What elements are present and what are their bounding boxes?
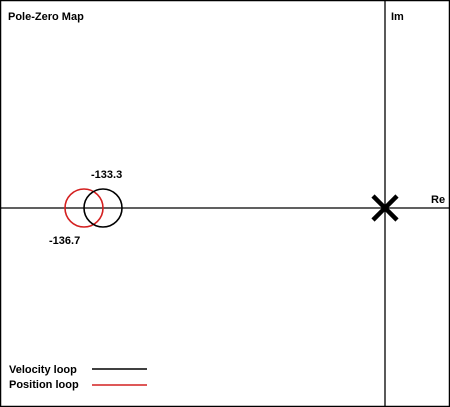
- pole-zero-map: Pole-Zero Map Im Re -133.3 -136.7 Veloci…: [0, 0, 450, 407]
- plot-title: Pole-Zero Map: [8, 11, 84, 23]
- real-axis-label: Re: [431, 194, 445, 206]
- velocity-zero-label: -133.3: [91, 169, 122, 181]
- position-zero-label: -136.7: [49, 235, 80, 247]
- legend-velocity-label: Velocity loop: [9, 364, 77, 376]
- legend-position-label: Position loop: [9, 379, 79, 391]
- imaginary-axis-label: Im: [391, 11, 404, 23]
